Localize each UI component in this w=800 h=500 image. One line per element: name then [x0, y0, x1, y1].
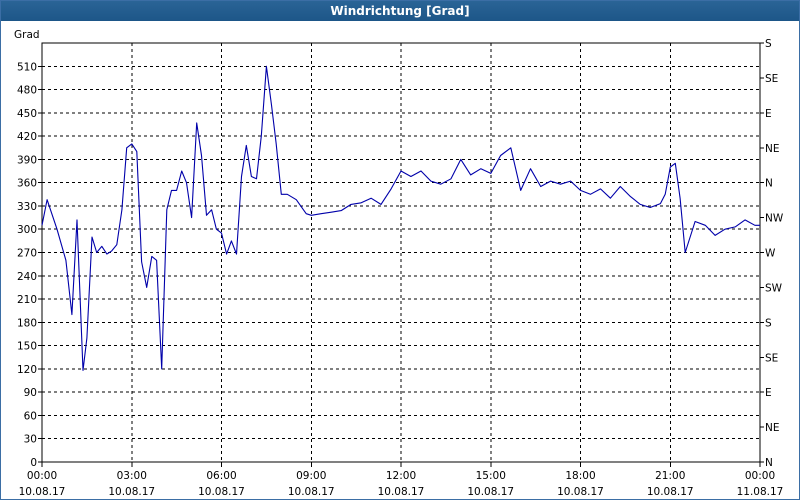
x-tick-date: 10.08.17	[19, 486, 66, 498]
y2-tick-label: NW	[765, 213, 784, 225]
y2-tick-label: N	[765, 178, 773, 190]
y-tick-label: 270	[17, 248, 37, 260]
y-tick-label: 300	[17, 224, 37, 236]
y-tick-label: 0	[30, 457, 37, 469]
y2-tick-label: W	[765, 248, 776, 260]
x-tick-time: 15:00	[476, 470, 506, 482]
x-tick-time: 00:00	[27, 470, 57, 482]
y2-tick-label: SE	[765, 73, 778, 85]
y2-axis-ticks: N NE E SE S SW W NW N NE E SE S	[760, 38, 784, 469]
y2-tick-label: NE	[765, 422, 780, 434]
y-tick-label: 210	[17, 294, 37, 306]
x-tick-date: 10.08.17	[198, 486, 245, 498]
x-tick-date: 10.08.17	[467, 486, 514, 498]
x-axis-ticks: 00:00 10.08.17 03:00 10.08.17 06:00 10.08.17 0…	[19, 462, 784, 498]
y2-tick-label: E	[765, 108, 772, 120]
y2-tick-label: E	[765, 387, 772, 399]
y-tick-label: 60	[24, 410, 37, 422]
y-axis-ticks: 0 30 60 90 120 150 180 210 240 270 300 330 360 390 420…	[17, 61, 42, 469]
y-tick-label: 420	[17, 131, 37, 143]
x-tick-time: 03:00	[117, 470, 147, 482]
y-tick-label: 120	[17, 364, 37, 376]
y2-tick-label: S	[765, 317, 772, 329]
x-tick-time: 18:00	[565, 470, 595, 482]
x-tick-time: 21:00	[655, 470, 685, 482]
y2-tick-label: SE	[765, 352, 778, 364]
x-tick-time: 09:00	[296, 470, 326, 482]
window-title: Windrichtung [Grad]	[1, 1, 799, 21]
grid-lines	[42, 43, 760, 462]
x-tick-date: 10.08.17	[557, 486, 604, 498]
x-tick-date: 11.08.17	[737, 486, 784, 498]
y-tick-label: 360	[17, 178, 37, 190]
y2-tick-label: S	[765, 38, 772, 50]
y2-tick-label: N	[765, 457, 773, 469]
wind-direction-chart: 0 30 60 90 120 150 180 210 240 270 300 330 360 390 420…	[14, 29, 784, 498]
x-tick-date: 10.08.17	[288, 486, 335, 498]
x-tick-time: 06:00	[206, 470, 236, 482]
y-tick-label: 390	[17, 154, 37, 166]
y-tick-label: 330	[17, 201, 37, 213]
x-tick-time: 12:00	[386, 470, 416, 482]
y-tick-label: 90	[24, 387, 37, 399]
y-tick-label: 450	[17, 108, 37, 120]
y-tick-label: 150	[17, 341, 37, 353]
y-tick-label: 510	[17, 61, 37, 73]
y2-tick-label: NE	[765, 143, 780, 155]
x-tick-date: 10.08.17	[647, 486, 694, 498]
y-tick-label: 480	[17, 85, 37, 97]
y-tick-label: 30	[24, 434, 37, 446]
x-tick-date: 10.08.17	[108, 486, 155, 498]
y-tick-label: 240	[17, 271, 37, 283]
chart-window: Windrichtung [Grad] 0 30 60 90 120 150 180 210 2…	[0, 0, 800, 500]
x-tick-date: 10.08.17	[378, 486, 425, 498]
y2-tick-label: SW	[765, 282, 783, 294]
x-tick-time: 00:00	[745, 470, 775, 482]
y-tick-label: 180	[17, 317, 37, 329]
y-axis-label: Grad	[14, 29, 40, 41]
